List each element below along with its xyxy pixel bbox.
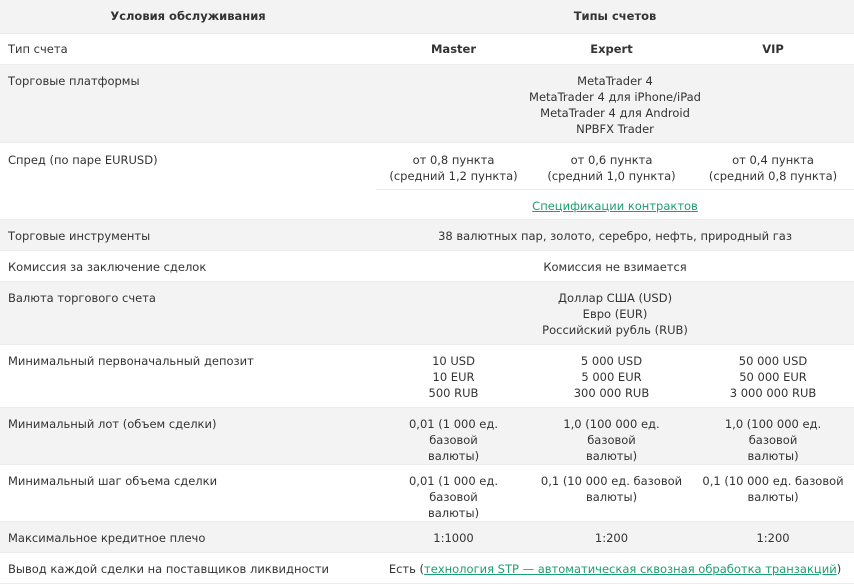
min-lot-expert: 1,0 (100 000 ед. базовой валюты) [563,416,660,463]
account-expert: Expert [590,41,633,56]
leverage-expert: 1:200 [594,530,629,545]
deposit-master: 10 USD 10 EUR 500 RUB [428,353,479,400]
label-min-step: Минимальный шаг объема сделки [8,473,218,488]
stp-technology-link[interactable]: технология STP — автоматическая сквозная… [424,562,837,576]
currency-item: Российский рубль (RUB) [542,322,688,337]
row-account-type: Тип счета Master Expert VIP [0,33,854,64]
label-leverage: Максимальное кредитное плечо [8,530,206,545]
spread-vip: от 0,4 пункта (средний 0,8 пункта) [708,152,838,183]
label-deposit: Минимальный первоначальный депозит [8,353,254,368]
header-account-types: Типы счетов [573,9,657,24]
leverage-master: 1:1000 [433,530,474,545]
commission-value: Комиссия не взимается [543,259,687,274]
instruments-value: 38 валютных пар, золото, серебро, нефть,… [438,228,792,243]
min-lot-master: 0,01 (1 000 ед. базовой валюты) [408,416,498,463]
spread-link-cell: Спецификации контрактов [376,188,854,219]
deposit-vip: 50 000 USD 50 000 EUR 3 000 000 RUB [729,353,817,400]
label-min-lot: Минимальный лот (объем сделки) [8,416,217,431]
row-spread: Спред (по паре EURUSD) от 0,8 пункта (ср… [0,142,854,189]
table-header-row: Условия обслуживания Типы счетов [0,0,854,33]
row-commission: Комиссия за заключение сделок Комиссия н… [0,250,854,281]
label-execution: Вывод каждой сделки на поставщиков ликви… [8,561,330,576]
row-min-step: Минимальный шаг объема сделки 0,01 (1 00… [0,464,854,521]
min-lot-vip: 1,0 (100 000 ед. базовой валюты) [724,416,822,463]
leverage-vip: 1:200 [756,530,790,545]
row-platforms: Торговые платформы MetaTrader 4 MetaTrad… [0,64,854,142]
account-master: Master [430,41,477,56]
currency-item: Доллар США (USD) [557,290,673,305]
label-platforms: Торговые платформы [8,73,140,88]
spread-expert: от 0,6 пункта (средний 1,0 пункта) [547,152,676,183]
row-leverage: Максимальное кредитное плечо 1:1000 1:20… [0,521,854,552]
label-spread: Спред (по паре EURUSD) [8,152,158,167]
label-commission: Комиссия за заключение сделок [8,259,207,274]
execution-suffix: ) [836,561,842,576]
deposit-expert: 5 000 USD 5 000 EUR 300 000 RUB [573,353,650,400]
label-currency: Валюта торгового счета [8,290,156,305]
min-step-expert: 0,1 (10 000 ед. базовой валюты) [540,473,683,504]
currency-value: Доллар США (USD) Евро (EUR) Российский р… [376,281,854,344]
account-vip: VIP [762,41,784,56]
platform-item: MetaTrader 4 [577,73,653,88]
spread-master: от 0,8 пункта (средний 1,2 пункта) [389,152,518,183]
row-instruments: Торговые инструменты 38 валютных пар, зо… [0,219,854,250]
row-min-lot: Минимальный лот (объем сделки) 0,01 (1 0… [0,407,854,464]
label-account-type: Тип счета [8,41,68,56]
account-conditions-table: Условия обслуживания Типы счетов Тип сче… [0,0,854,584]
currency-item: Евро (EUR) [582,306,648,321]
execution-value: Есть (технология STP — автоматическая ск… [376,552,854,583]
row-currency: Валюта торгового счета Доллар США (USD) … [0,281,854,344]
execution-prefix: Есть ( [388,561,425,576]
row-deposit: Минимальный первоначальный депозит 10 US… [0,344,854,407]
row-execution: Вывод каждой сделки на поставщиков ликви… [0,552,854,583]
label-instruments: Торговые инструменты [8,228,151,243]
header-conditions: Условия обслуживания [110,9,266,24]
min-step-master: 0,01 (1 000 ед. базовой валюты) [408,473,498,520]
contract-specs-link[interactable]: Спецификации контрактов [532,199,698,213]
platform-item: MetaTrader 4 для iPhone/iPad [529,89,701,104]
platforms-value: MetaTrader 4 MetaTrader 4 для iPhone/iPa… [376,64,854,142]
platform-item: MetaTrader 4 для Android [540,105,690,120]
min-step-vip: 0,1 (10 000 ед. базовой валюты) [702,473,844,504]
platform-item: NPBFX Trader [576,121,654,136]
